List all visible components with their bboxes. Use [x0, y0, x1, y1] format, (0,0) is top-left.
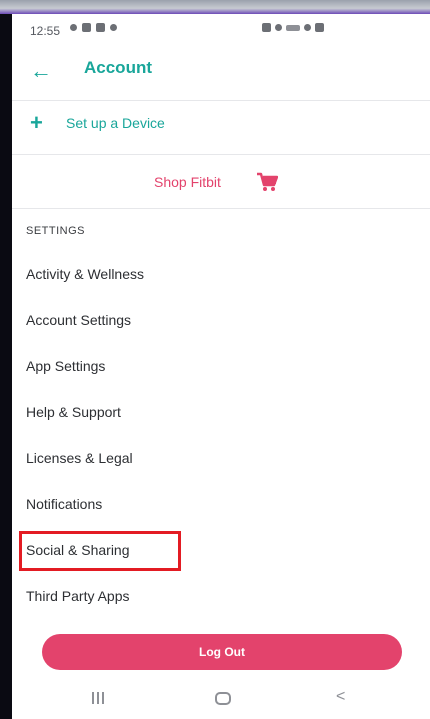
menu-item-label: Third Party Apps [26, 588, 130, 604]
gallery-icon [96, 23, 105, 32]
back-icon[interactable]: < [336, 688, 345, 706]
menu-item-help-support[interactable]: Help & Support [12, 394, 430, 434]
log-out-button[interactable]: Log Out [42, 634, 402, 670]
menu-item-label: App Settings [26, 358, 106, 374]
set-up-device-label: Set up a Device [66, 115, 165, 131]
menu-item-label: Notifications [26, 496, 103, 512]
menu-item-label: Account Settings [26, 312, 132, 328]
menu-item-app-settings[interactable]: App Settings [12, 348, 430, 388]
settings-header: SETTINGS [26, 225, 86, 237]
app-bar: ← Account [12, 52, 430, 92]
nfc-icon [262, 23, 271, 32]
p-icon [82, 23, 91, 32]
menu-item-label: Activity & Wellness [26, 266, 144, 282]
divider [12, 208, 430, 209]
set-up-device-button[interactable]: + Set up a Device [12, 110, 430, 146]
menu-item-label: Help & Support [26, 404, 121, 420]
divider [12, 100, 430, 101]
recent-apps-icon[interactable] [92, 692, 106, 706]
status-right-icons [262, 23, 324, 32]
menu-item-notifications[interactable]: Notifications [12, 486, 430, 526]
menu-item-activity-wellness[interactable]: Activity & Wellness [12, 256, 430, 296]
cart-icon [256, 172, 279, 192]
menu-item-licenses-legal[interactable]: Licenses & Legal [12, 440, 430, 480]
system-nav-bar: < [12, 684, 430, 719]
highlight-box [19, 531, 181, 571]
shop-fitbit-label: Shop Fitbit [154, 174, 221, 190]
home-icon[interactable] [215, 692, 231, 705]
window-chrome-strip [0, 0, 430, 14]
status-time: 12:55 [30, 24, 61, 38]
signal-icon [286, 24, 300, 31]
status-left-icons [70, 23, 117, 32]
mute-icon [275, 24, 282, 31]
shop-fitbit-button[interactable]: Shop Fitbit [12, 166, 430, 200]
battery-icon [315, 23, 324, 32]
status-bar: 12:55 [12, 14, 430, 48]
page-title: Account [84, 58, 152, 77]
menu-item-third-party-apps[interactable]: Third Party Apps [12, 578, 430, 618]
plus-icon: + [30, 110, 43, 135]
location-icon [70, 24, 77, 31]
divider [12, 154, 430, 155]
menu-item-label: Licenses & Legal [26, 450, 133, 466]
wifi-icon [304, 24, 311, 31]
menu-item-account-settings[interactable]: Account Settings [12, 302, 430, 342]
arrow-left-icon[interactable]: ← [30, 60, 52, 82]
temperature-icon [110, 24, 117, 31]
phone-screen: 12:55 ← Account + Set up a Device Shop F… [12, 14, 430, 719]
